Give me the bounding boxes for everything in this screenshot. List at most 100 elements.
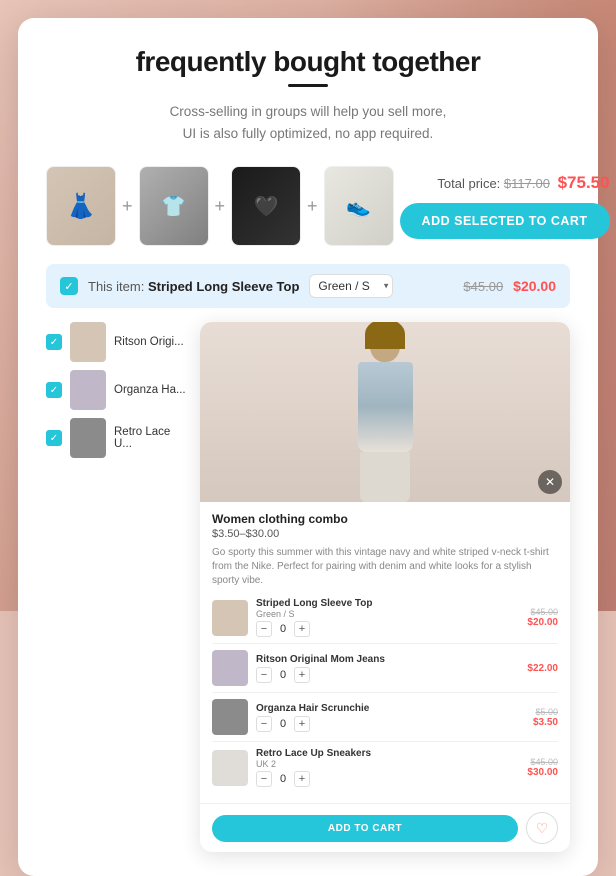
- combo-description: Go sporty this summer with this vintage …: [212, 546, 558, 588]
- qty-control-3: − 0 +: [256, 716, 525, 732]
- combo-item-thumb-2: [212, 650, 248, 686]
- right-panel-card: ✕ Women clothing combo $3.50–$30.00 Go s…: [200, 322, 570, 852]
- qty-minus-3[interactable]: −: [256, 716, 272, 732]
- list-item: ✓ Organza Ha...: [46, 370, 186, 410]
- combo-item-thumb-1: [212, 600, 248, 636]
- combo-item-info-3: Organza Hair Scrunchie − 0 +: [256, 703, 525, 732]
- qty-value-1: 0: [276, 623, 290, 635]
- variant-select-wrapper[interactable]: Green / S Green / M Blue / S ▾: [309, 274, 393, 298]
- bottom-panels: ✓ Ritson Origi... ✓ Organza Ha... ✓ Retr…: [46, 322, 570, 852]
- list-thumb-1: [70, 322, 106, 362]
- product-thumb-4: 👟: [324, 166, 394, 246]
- qty-minus-2[interactable]: −: [256, 667, 272, 683]
- model-placeholder: [200, 322, 570, 502]
- qty-minus-4[interactable]: −: [256, 771, 272, 787]
- product-thumb-1: 👗: [46, 166, 116, 246]
- price-sale: $75.50: [558, 173, 610, 192]
- qty-value-2: 0: [276, 669, 290, 681]
- combo-item-info-4: Retro Lace Up Sneakers UK 2 − 0 +: [256, 748, 519, 787]
- combo-item-row: Retro Lace Up Sneakers UK 2 − 0 + $45.00…: [212, 748, 558, 793]
- qty-control-1: − 0 +: [256, 621, 519, 637]
- combo-item-name-1: Striped Long Sleeve Top: [256, 598, 519, 609]
- combo-item-info-2: Ritson Original Mom Jeans − 0 +: [256, 654, 519, 683]
- combo-items-list: Striped Long Sleeve Top Green / S − 0 + …: [212, 598, 558, 793]
- subtitle-line2: UI is also fully optimized, no app requi…: [183, 126, 434, 141]
- model-hair: [365, 322, 405, 349]
- total-price-row: Total price: $117.00 $75.50: [437, 173, 609, 193]
- combo-title: Women clothing combo: [212, 512, 558, 526]
- combo-orig-price-4: $45.00: [530, 757, 558, 767]
- model-legs: [360, 452, 410, 502]
- qty-plus-1[interactable]: +: [294, 621, 310, 637]
- combo-sale-price-1: $20.00: [527, 617, 558, 628]
- combo-item-name-4: Retro Lace Up Sneakers: [256, 748, 519, 759]
- check-icon: ✓: [50, 433, 58, 444]
- add-selected-to-cart-button[interactable]: ADD SELECTED TO CART: [400, 203, 610, 239]
- product-thumb-3: 🖤: [231, 166, 301, 246]
- qty-control-2: − 0 +: [256, 667, 519, 683]
- model-body: [358, 362, 413, 452]
- combo-item-price-1: $45.00 $20.00: [527, 607, 558, 628]
- total-price-label: Total price:: [437, 176, 500, 191]
- plus-sign-3: +: [307, 196, 318, 217]
- check-icon: ✓: [50, 385, 58, 396]
- list-item-text-1: Ritson Origi...: [114, 336, 186, 348]
- combo-orig-price-1: $45.00: [530, 607, 558, 617]
- list-item: ✓ Ritson Origi...: [46, 322, 186, 362]
- combo-item-row: Striped Long Sleeve Top Green / S − 0 + …: [212, 598, 558, 644]
- combo-item-thumb-4: [212, 750, 248, 786]
- variant-select[interactable]: Green / S Green / M Blue / S: [309, 274, 393, 298]
- selected-item-checkbox[interactable]: ✓: [60, 277, 78, 295]
- list-checkbox-3[interactable]: ✓: [46, 430, 62, 446]
- subtitle: Cross-selling in groups will help you se…: [46, 101, 570, 144]
- combo-item-row: Organza Hair Scrunchie − 0 + $5.00 $3.50: [212, 699, 558, 742]
- page-title: frequently bought together: [46, 46, 570, 78]
- qty-plus-2[interactable]: +: [294, 667, 310, 683]
- qty-plus-4[interactable]: +: [294, 771, 310, 787]
- combo-item-thumb-3: [212, 699, 248, 735]
- model-image-area: ✕: [200, 322, 570, 502]
- combo-item-name-3: Organza Hair Scrunchie: [256, 703, 525, 714]
- check-icon: ✓: [50, 337, 58, 348]
- list-item: ✓ Retro Lace U...: [46, 418, 186, 458]
- list-item-text-3: Retro Lace U...: [114, 426, 186, 450]
- selected-item-name: Striped Long Sleeve Top: [148, 279, 299, 294]
- combo-item-price-4: $45.00 $30.00: [527, 757, 558, 778]
- plus-sign-1: +: [122, 196, 133, 217]
- item-price-original: $45.00: [463, 279, 503, 294]
- combo-item-name-2: Ritson Original Mom Jeans: [256, 654, 519, 665]
- combo-sale-price-4: $30.00: [527, 767, 558, 778]
- selected-item-row: ✓ This item: Striped Long Sleeve Top Gre…: [46, 264, 570, 308]
- combo-orig-price-3: $5.00: [535, 707, 558, 717]
- add-to-cart-small-button[interactable]: ADD TO CART: [212, 815, 518, 842]
- price-cart-section: Total price: $117.00 $75.50 ADD SELECTED…: [400, 173, 610, 239]
- main-card: frequently bought together Cross-selling…: [18, 18, 598, 876]
- combo-item-variant-4: UK 2: [256, 759, 519, 769]
- item-price-sale: $20.00: [513, 278, 556, 294]
- this-item-text: This item:: [88, 279, 144, 294]
- model-head: [370, 327, 400, 362]
- qty-value-4: 0: [276, 773, 290, 785]
- qty-control-4: − 0 +: [256, 771, 519, 787]
- wishlist-button[interactable]: ♡: [526, 812, 558, 844]
- combo-sale-price-3: $3.50: [533, 717, 558, 728]
- check-icon: ✓: [64, 280, 73, 293]
- combo-item-info-1: Striped Long Sleeve Top Green / S − 0 +: [256, 598, 519, 637]
- list-thumb-2: [70, 370, 106, 410]
- product-thumb-2: 👕: [139, 166, 209, 246]
- qty-value-3: 0: [276, 718, 290, 730]
- left-list: ✓ Ritson Origi... ✓ Organza Ha... ✓ Retr…: [46, 322, 186, 852]
- close-button[interactable]: ✕: [538, 470, 562, 494]
- qty-plus-3[interactable]: +: [294, 716, 310, 732]
- right-panel-footer: ADD TO CART ♡: [200, 803, 570, 852]
- heart-icon: ♡: [536, 820, 549, 837]
- list-checkbox-2[interactable]: ✓: [46, 382, 62, 398]
- combo-sale-price-2: $22.00: [527, 663, 558, 674]
- qty-minus-1[interactable]: −: [256, 621, 272, 637]
- combo-item-price-3: $5.00 $3.50: [533, 707, 558, 728]
- subtitle-line1: Cross-selling in groups will help you se…: [170, 104, 447, 119]
- combo-price: $3.50–$30.00: [212, 528, 558, 540]
- list-checkbox-1[interactable]: ✓: [46, 334, 62, 350]
- products-row: 👗 + 👕 + 🖤 + 👟 Total price: $117.00 $75.5…: [46, 166, 570, 246]
- list-item-text-2: Organza Ha...: [114, 384, 186, 396]
